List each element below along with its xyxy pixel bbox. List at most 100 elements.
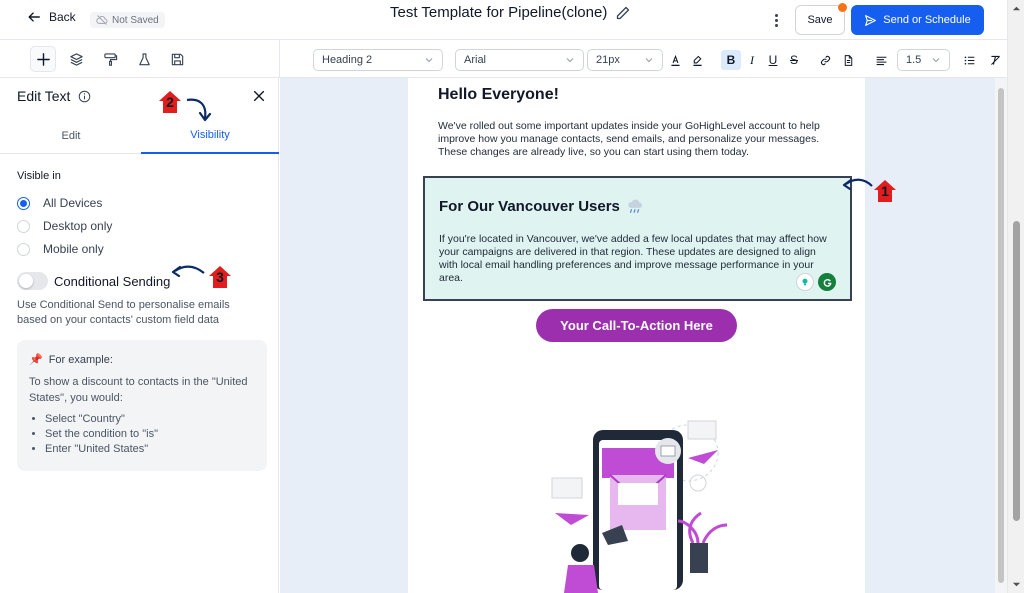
pushpin-icon: 📌 (29, 354, 43, 366)
save-draft-button[interactable] (164, 46, 190, 72)
font-size-value: 21px (596, 54, 620, 66)
align-button[interactable] (871, 50, 891, 70)
annotation-badge-2: 2 (157, 89, 183, 115)
list-item: Enter "United States" (45, 442, 255, 457)
merge-field-button[interactable] (838, 50, 858, 70)
back-button[interactable]: Back (27, 10, 76, 24)
underline-button[interactable]: U (763, 50, 783, 70)
scroll-down-icon[interactable] (1012, 580, 1021, 589)
save-status-label: Not Saved (112, 14, 159, 26)
styles-button[interactable] (97, 46, 123, 72)
conditional-sending-toggle[interactable] (17, 272, 48, 290)
strikethrough-button[interactable]: S (784, 50, 804, 70)
call-to-action-button[interactable]: Your Call-To-Action Here (536, 309, 737, 342)
radio-label: All Devices (43, 196, 103, 210)
scroll-up-icon[interactable] (1012, 4, 1021, 13)
underline-icon: U (768, 53, 778, 67)
annotation-number: 3 (216, 269, 224, 285)
radio-all-devices[interactable]: All Devices (17, 196, 102, 210)
template-title-text: Test Template for Pipeline(clone) (390, 4, 608, 21)
block-paragraph[interactable]: If you're located in Vancouver, we've ad… (439, 233, 829, 285)
radio-label: Mobile only (43, 242, 104, 256)
list-item: Set the condition to "is" (45, 427, 255, 442)
example-card: 📌 For example: To show a discount to con… (17, 340, 267, 471)
panel-title-text: Edit Text (17, 88, 71, 104)
bold-button[interactable]: B (721, 50, 741, 70)
annotation-arrow-1 (842, 178, 873, 191)
clear-format-icon (990, 55, 1000, 65)
radio-mobile-only[interactable]: Mobile only (17, 242, 104, 256)
font-family-value: Arial (464, 54, 487, 66)
line-height-select[interactable]: 1.5 (897, 49, 950, 71)
cloud-off-icon (96, 15, 108, 25)
add-element-button[interactable] (30, 46, 56, 72)
radio-label: Desktop only (43, 219, 113, 233)
flask-icon (138, 52, 150, 65)
tool-strip (0, 40, 280, 78)
test-button[interactable] (131, 46, 157, 72)
text-color-button[interactable] (665, 50, 685, 70)
pencil-icon[interactable] (615, 5, 631, 21)
panel-tabs: Edit Visibility (0, 118, 279, 154)
canvas-scroll-thumb[interactable] (998, 88, 1004, 583)
save-button[interactable]: Save (795, 3, 847, 35)
template-title: Test Template for Pipeline(clone) (390, 4, 631, 21)
clear-format-button[interactable] (985, 50, 1005, 70)
save-status-badge: Not Saved (90, 12, 165, 28)
tab-edit[interactable]: Edit (2, 118, 140, 154)
link-button[interactable] (815, 50, 835, 70)
unsaved-indicator-dot (838, 3, 847, 12)
canvas-scrollbar[interactable] (995, 78, 1007, 593)
send-or-schedule-button[interactable]: Send or Schedule (851, 5, 984, 35)
lightbulb-icon[interactable] (796, 273, 814, 291)
list-item: Select "Country" (45, 412, 255, 427)
example-text: To show a discount to contacts in the "U… (29, 376, 248, 404)
intro-paragraph[interactable]: We've rolled out some important updates … (438, 120, 838, 159)
page-scrollbar[interactable] (1007, 0, 1024, 593)
chevron-down-icon (425, 58, 433, 63)
example-steps: Select "Country" Set the condition to "i… (29, 412, 255, 457)
selected-text-block[interactable]: For Our Vancouver Users If you're locate… (423, 176, 852, 301)
layers-icon (69, 52, 83, 66)
block-heading-text: For Our Vancouver Users (439, 198, 620, 215)
save-button-label: Save (807, 14, 833, 26)
block-heading[interactable]: For Our Vancouver Users (439, 198, 644, 215)
chevron-down-icon (645, 58, 653, 63)
annotation-number: 1 (881, 183, 889, 199)
radio-indicator (17, 196, 30, 210)
paint-roller-icon (103, 52, 117, 66)
arrow-left-icon (28, 12, 40, 22)
block-style-select[interactable]: Heading 2 (313, 49, 443, 71)
bullet-list-button[interactable] (959, 50, 979, 70)
top-bar: Back Not Saved Test Template for Pipelin… (0, 0, 1007, 40)
back-label: Back (49, 10, 76, 24)
annotation-arrow-3 (171, 265, 205, 277)
highlight-color-button[interactable] (687, 50, 707, 70)
formatting-toolbar: Heading 2 Arial 21px B I U S 1.5 (280, 40, 1007, 78)
annotation-badge-3: 3 (207, 264, 233, 290)
strikethrough-icon: S (789, 53, 798, 67)
radio-desktop-only[interactable]: Desktop only (17, 219, 112, 233)
page-scroll-thumb[interactable] (1013, 221, 1020, 521)
info-icon[interactable] (78, 90, 91, 103)
align-left-icon (876, 56, 886, 65)
annotation-badge-1: 1 (872, 178, 898, 204)
radio-indicator (17, 219, 30, 233)
layers-button[interactable] (63, 46, 89, 72)
line-height-value: 1.5 (906, 54, 922, 66)
font-size-select[interactable]: 21px (587, 49, 663, 71)
email-canvas: Hello Everyone! We've rolled out some im… (280, 78, 1007, 593)
send-button-label: Send or Schedule (883, 14, 971, 26)
email-body: Hello Everyone! We've rolled out some im… (408, 78, 865, 593)
extension-icons (796, 273, 836, 291)
floppy-disk-icon (171, 53, 183, 65)
chevron-down-icon (566, 58, 574, 63)
annotation-arrow-2 (186, 98, 212, 122)
close-icon[interactable] (252, 89, 266, 103)
highlighter-icon (692, 55, 702, 66)
font-family-select[interactable]: Arial (455, 49, 584, 71)
more-options-icon[interactable] (769, 10, 783, 30)
greeting-heading[interactable]: Hello Everyone! (438, 86, 559, 104)
italic-button[interactable]: I (742, 50, 762, 70)
grammarly-icon[interactable] (818, 273, 836, 291)
